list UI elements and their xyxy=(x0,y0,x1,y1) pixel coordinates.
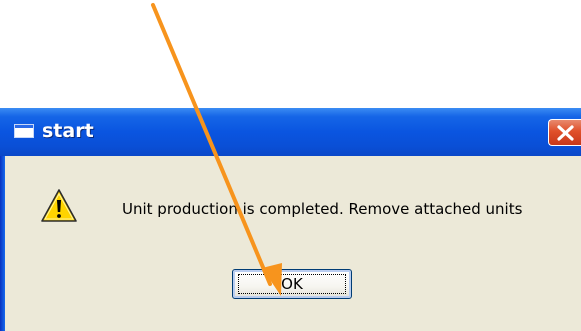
window-frame-left xyxy=(0,156,5,331)
window-title: start xyxy=(42,120,94,142)
warning-icon xyxy=(41,189,77,222)
ok-button-label: OK xyxy=(281,275,303,293)
message-text: Unit production is completed. Remove att… xyxy=(122,200,523,218)
close-icon xyxy=(557,125,574,141)
message-dialog: start Unit production is completed. Remo… xyxy=(0,108,581,331)
window-icon xyxy=(14,124,34,138)
ok-button[interactable]: OK xyxy=(232,269,352,299)
title-bar[interactable]: start xyxy=(0,108,581,156)
close-button[interactable] xyxy=(548,119,581,146)
